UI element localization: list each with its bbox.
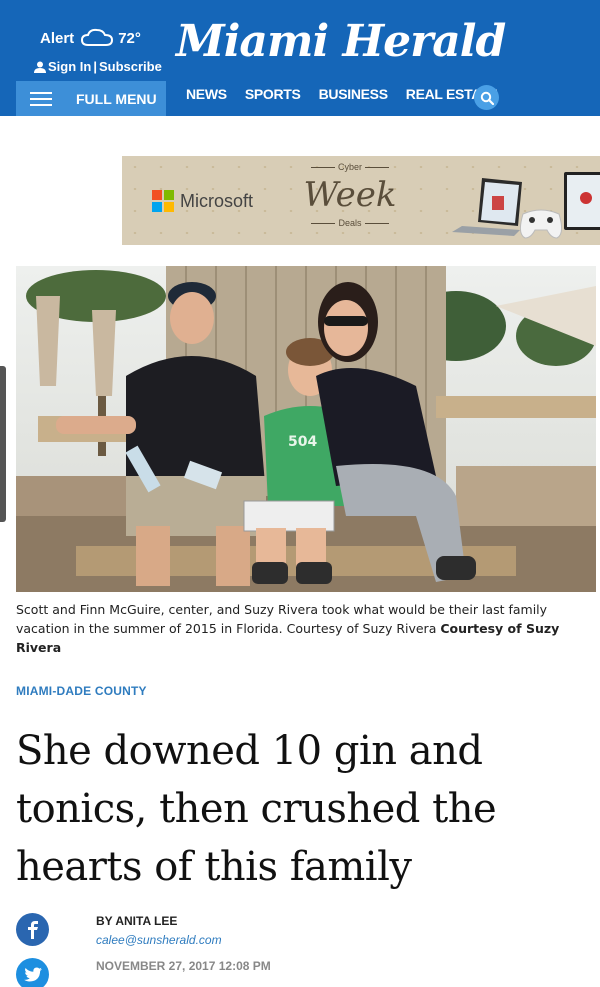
menu-icon bbox=[30, 91, 52, 106]
temperature: 72° bbox=[118, 29, 141, 47]
article-headline: She downed 10 gin and tonics, then crush… bbox=[16, 728, 497, 890]
promo-bottom: Deals bbox=[300, 218, 400, 228]
author-email-link[interactable]: calee@sunsherald.com bbox=[96, 933, 222, 947]
weather-alert[interactable]: Alert 72° bbox=[40, 28, 141, 48]
microsoft-logo-icon bbox=[152, 190, 174, 212]
publish-date: NOVEMBER 27, 2017 12:08 PM bbox=[96, 959, 271, 973]
controller-image bbox=[519, 209, 563, 239]
promo-main: Week bbox=[303, 175, 397, 215]
ad-brand-name: Microsoft bbox=[180, 190, 254, 211]
tablet-image bbox=[564, 172, 600, 230]
photo-caption: Scott and Finn McGuire, center, and Suzy… bbox=[16, 600, 586, 657]
main-nav: NEWS SPORTS BUSINESS REAL ESTATE bbox=[186, 86, 515, 102]
site-header: Alert 72° Sign In | Subscribe Miami Hera… bbox=[0, 0, 600, 116]
account-links: Sign In | Subscribe bbox=[34, 59, 162, 74]
search-button[interactable] bbox=[474, 85, 499, 110]
site-logo[interactable]: Miami Herald bbox=[176, 14, 506, 70]
separator: | bbox=[93, 59, 97, 74]
twitter-icon bbox=[23, 967, 42, 982]
microsoft-brand: Microsoft bbox=[152, 190, 253, 212]
section-label[interactable]: MIAMI-DADE COUNTY bbox=[16, 684, 147, 698]
facebook-share-button[interactable] bbox=[16, 913, 49, 946]
sign-in-link[interactable]: Sign In bbox=[48, 59, 91, 74]
cyber-week-promo: Cyber Week Deals bbox=[300, 162, 400, 228]
facebook-icon bbox=[27, 920, 38, 939]
article-photo: 504 bbox=[16, 266, 596, 592]
full-menu-label: FULL MENU bbox=[76, 90, 157, 107]
promo-top: Cyber bbox=[300, 162, 400, 172]
family-photo-illustration: 504 bbox=[16, 266, 596, 592]
cloud-icon bbox=[81, 28, 114, 46]
subscribe-link[interactable]: Subscribe bbox=[99, 59, 162, 74]
twitter-share-button[interactable] bbox=[16, 958, 49, 987]
jersey-number: 504 bbox=[288, 434, 317, 450]
article-byline: BY ANITA LEE bbox=[96, 914, 178, 928]
full-menu-button[interactable]: FULL MENU bbox=[16, 81, 166, 116]
advertisement-banner[interactable]: Microsoft Cyber Week Deals bbox=[122, 156, 600, 245]
nav-item-news[interactable]: NEWS bbox=[186, 86, 227, 102]
alert-label: Alert bbox=[40, 29, 75, 47]
user-icon bbox=[34, 61, 46, 73]
scroll-edge-handle[interactable] bbox=[0, 366, 6, 522]
search-icon bbox=[480, 91, 494, 105]
nav-item-sports[interactable]: SPORTS bbox=[245, 86, 301, 102]
nav-item-business[interactable]: BUSINESS bbox=[319, 86, 388, 102]
